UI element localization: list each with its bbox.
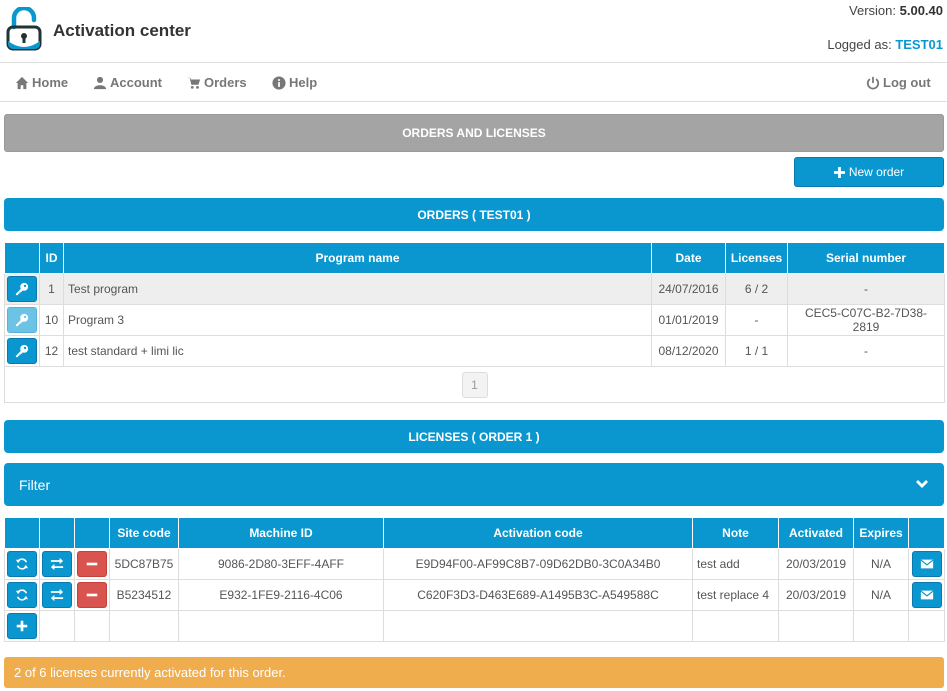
col-note: Note xyxy=(692,517,779,549)
nav-account[interactable]: Account xyxy=(93,75,162,90)
logged-user-info: Logged as: TEST01 xyxy=(827,37,943,52)
page-button[interactable]: 1 xyxy=(461,371,488,398)
envelope-icon xyxy=(920,559,933,569)
new-order-button[interactable]: New order xyxy=(794,157,944,187)
licenses-table: Site code Machine ID Activation code Not… xyxy=(4,517,945,642)
licenses-key-button[interactable] xyxy=(7,276,37,302)
col-program: Program name xyxy=(63,242,652,274)
nav-home[interactable]: Home xyxy=(15,75,68,90)
main-nav: Home Account Orders Help Log out xyxy=(0,63,947,102)
user-icon xyxy=(93,76,107,89)
orders-title: ORDERS ( TEST01 ) xyxy=(4,198,944,231)
app-title: Activation center xyxy=(53,21,191,40)
col-site-code: Site code xyxy=(109,517,179,549)
col-machine-id: Machine ID xyxy=(178,517,384,549)
envelope-icon xyxy=(920,590,933,600)
table-row: B5234512 E932-1FE9-2116-4C06 C620F3D3-D4… xyxy=(4,579,945,611)
home-icon xyxy=(15,76,29,89)
app-header: Activation center Version: 5.00.40 Logge… xyxy=(0,0,947,63)
version-number: 5.00.40 xyxy=(899,3,943,18)
table-row[interactable]: 1 Test program 24/07/2016 6 / 2 - xyxy=(4,273,945,305)
col-serial: Serial number xyxy=(787,242,945,274)
col-date: Date xyxy=(651,242,726,274)
col-activated: Activated xyxy=(778,517,854,549)
plus-icon xyxy=(16,620,28,632)
filter-label: Filter xyxy=(19,476,51,493)
swap-icon xyxy=(50,557,64,571)
email-button[interactable] xyxy=(911,582,942,608)
remove-button[interactable] xyxy=(77,551,107,577)
replace-button[interactable] xyxy=(42,551,72,577)
refresh-icon xyxy=(15,589,29,601)
status-message: 2 of 6 licenses currently activated for … xyxy=(4,657,944,688)
power-icon xyxy=(866,76,880,89)
version-info: Version: 5.00.40 xyxy=(849,3,943,18)
section-title: ORDERS AND LICENSES xyxy=(4,114,944,152)
table-row[interactable]: 12 test standard + limi lic 08/12/2020 1… xyxy=(4,335,945,367)
refresh-button[interactable] xyxy=(7,551,37,577)
refresh-icon xyxy=(15,558,29,570)
col-action xyxy=(4,242,40,274)
nav-help[interactable]: Help xyxy=(272,75,317,90)
logged-user[interactable]: TEST01 xyxy=(895,37,943,52)
email-button[interactable] xyxy=(911,551,942,577)
col-licenses: Licenses xyxy=(725,242,788,274)
col-activation-code: Activation code xyxy=(383,517,693,549)
remove-button[interactable] xyxy=(77,582,107,608)
table-row: 5DC87B75 9086-2D80-3EFF-4AFF E9D94F00-AF… xyxy=(4,548,945,580)
col-expires: Expires xyxy=(853,517,909,549)
cart-icon xyxy=(187,77,201,89)
refresh-button[interactable] xyxy=(7,582,37,608)
table-row[interactable]: 10 Program 3 01/01/2019 - CEC5-C07C-B2-7… xyxy=(4,304,945,336)
info-icon xyxy=(272,75,286,90)
plus-icon xyxy=(833,166,845,178)
key-icon xyxy=(15,282,29,296)
licenses-key-button[interactable] xyxy=(7,307,37,333)
licenses-key-button[interactable] xyxy=(7,338,37,364)
key-icon xyxy=(15,344,29,358)
orders-table: ID Program name Date Licenses Serial num… xyxy=(4,242,945,403)
chevron-down-icon xyxy=(916,479,928,488)
pagination-row: 1 xyxy=(4,366,945,403)
licenses-title: LICENSES ( ORDER 1 ) xyxy=(4,420,944,453)
minus-icon xyxy=(86,562,98,566)
nav-orders[interactable]: Orders xyxy=(187,75,247,90)
add-license-button[interactable] xyxy=(7,613,37,639)
key-icon xyxy=(15,313,29,327)
lock-icon xyxy=(6,7,42,51)
col-id: ID xyxy=(39,242,64,274)
replace-button[interactable] xyxy=(42,582,72,608)
add-license-row xyxy=(4,610,945,642)
swap-icon xyxy=(50,588,64,602)
filter-toggle[interactable]: Filter xyxy=(4,463,944,506)
nav-logout[interactable]: Log out xyxy=(866,75,931,90)
minus-icon xyxy=(86,593,98,597)
